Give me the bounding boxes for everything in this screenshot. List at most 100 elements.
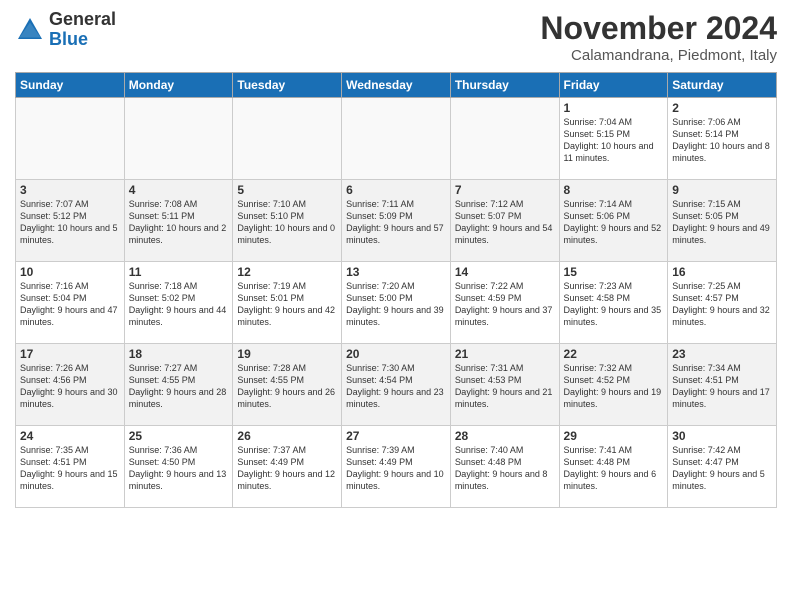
- day-info: Sunrise: 7:04 AM Sunset: 5:15 PM Dayligh…: [564, 116, 664, 165]
- day-info: Sunrise: 7:30 AM Sunset: 4:54 PM Dayligh…: [346, 362, 446, 411]
- day-number: 30: [672, 429, 772, 443]
- table-row: 12Sunrise: 7:19 AM Sunset: 5:01 PM Dayli…: [233, 262, 342, 344]
- day-number: 4: [129, 183, 229, 197]
- header-friday: Friday: [559, 73, 668, 98]
- day-info: Sunrise: 7:42 AM Sunset: 4:47 PM Dayligh…: [672, 444, 772, 493]
- table-row: 11Sunrise: 7:18 AM Sunset: 5:02 PM Dayli…: [124, 262, 233, 344]
- day-info: Sunrise: 7:08 AM Sunset: 5:11 PM Dayligh…: [129, 198, 229, 247]
- page: General Blue November 2024 Calamandrana,…: [0, 0, 792, 612]
- day-number: 1: [564, 101, 664, 115]
- day-info: Sunrise: 7:27 AM Sunset: 4:55 PM Dayligh…: [129, 362, 229, 411]
- day-info: Sunrise: 7:36 AM Sunset: 4:50 PM Dayligh…: [129, 444, 229, 493]
- table-row: 22Sunrise: 7:32 AM Sunset: 4:52 PM Dayli…: [559, 344, 668, 426]
- table-row: 17Sunrise: 7:26 AM Sunset: 4:56 PM Dayli…: [16, 344, 125, 426]
- table-row: 30Sunrise: 7:42 AM Sunset: 4:47 PM Dayli…: [668, 426, 777, 508]
- table-row: 10Sunrise: 7:16 AM Sunset: 5:04 PM Dayli…: [16, 262, 125, 344]
- calendar-week-row: 17Sunrise: 7:26 AM Sunset: 4:56 PM Dayli…: [16, 344, 777, 426]
- day-info: Sunrise: 7:07 AM Sunset: 5:12 PM Dayligh…: [20, 198, 120, 247]
- calendar-title: November 2024: [540, 10, 777, 47]
- table-row: 20Sunrise: 7:30 AM Sunset: 4:54 PM Dayli…: [342, 344, 451, 426]
- day-number: 8: [564, 183, 664, 197]
- day-info: Sunrise: 7:32 AM Sunset: 4:52 PM Dayligh…: [564, 362, 664, 411]
- day-number: 26: [237, 429, 337, 443]
- table-row: 18Sunrise: 7:27 AM Sunset: 4:55 PM Dayli…: [124, 344, 233, 426]
- calendar-subtitle: Calamandrana, Piedmont, Italy: [540, 47, 777, 64]
- day-info: Sunrise: 7:14 AM Sunset: 5:06 PM Dayligh…: [564, 198, 664, 247]
- table-row: 15Sunrise: 7:23 AM Sunset: 4:58 PM Dayli…: [559, 262, 668, 344]
- header-wednesday: Wednesday: [342, 73, 451, 98]
- day-number: 19: [237, 347, 337, 361]
- calendar-week-row: 10Sunrise: 7:16 AM Sunset: 5:04 PM Dayli…: [16, 262, 777, 344]
- calendar-table: Sunday Monday Tuesday Wednesday Thursday…: [15, 72, 777, 508]
- day-number: 24: [20, 429, 120, 443]
- day-info: Sunrise: 7:34 AM Sunset: 4:51 PM Dayligh…: [672, 362, 772, 411]
- header-thursday: Thursday: [450, 73, 559, 98]
- day-info: Sunrise: 7:10 AM Sunset: 5:10 PM Dayligh…: [237, 198, 337, 247]
- day-number: 25: [129, 429, 229, 443]
- day-number: 23: [672, 347, 772, 361]
- table-row: [124, 98, 233, 180]
- day-info: Sunrise: 7:19 AM Sunset: 5:01 PM Dayligh…: [237, 280, 337, 329]
- day-info: Sunrise: 7:40 AM Sunset: 4:48 PM Dayligh…: [455, 444, 555, 493]
- day-info: Sunrise: 7:23 AM Sunset: 4:58 PM Dayligh…: [564, 280, 664, 329]
- table-row: 5Sunrise: 7:10 AM Sunset: 5:10 PM Daylig…: [233, 180, 342, 262]
- table-row: 19Sunrise: 7:28 AM Sunset: 4:55 PM Dayli…: [233, 344, 342, 426]
- table-row: 25Sunrise: 7:36 AM Sunset: 4:50 PM Dayli…: [124, 426, 233, 508]
- day-info: Sunrise: 7:22 AM Sunset: 4:59 PM Dayligh…: [455, 280, 555, 329]
- calendar-week-row: 3Sunrise: 7:07 AM Sunset: 5:12 PM Daylig…: [16, 180, 777, 262]
- day-number: 29: [564, 429, 664, 443]
- day-info: Sunrise: 7:20 AM Sunset: 5:00 PM Dayligh…: [346, 280, 446, 329]
- table-row: 3Sunrise: 7:07 AM Sunset: 5:12 PM Daylig…: [16, 180, 125, 262]
- day-number: 11: [129, 265, 229, 279]
- table-row: 13Sunrise: 7:20 AM Sunset: 5:00 PM Dayli…: [342, 262, 451, 344]
- day-info: Sunrise: 7:06 AM Sunset: 5:14 PM Dayligh…: [672, 116, 772, 165]
- day-number: 12: [237, 265, 337, 279]
- header-saturday: Saturday: [668, 73, 777, 98]
- table-row: 29Sunrise: 7:41 AM Sunset: 4:48 PM Dayli…: [559, 426, 668, 508]
- day-number: 3: [20, 183, 120, 197]
- table-row: 23Sunrise: 7:34 AM Sunset: 4:51 PM Dayli…: [668, 344, 777, 426]
- day-number: 5: [237, 183, 337, 197]
- table-row: [233, 98, 342, 180]
- table-row: 21Sunrise: 7:31 AM Sunset: 4:53 PM Dayli…: [450, 344, 559, 426]
- table-row: [450, 98, 559, 180]
- day-number: 2: [672, 101, 772, 115]
- table-row: [342, 98, 451, 180]
- header-tuesday: Tuesday: [233, 73, 342, 98]
- day-info: Sunrise: 7:31 AM Sunset: 4:53 PM Dayligh…: [455, 362, 555, 411]
- logo-general-text: General: [49, 10, 116, 30]
- day-info: Sunrise: 7:16 AM Sunset: 5:04 PM Dayligh…: [20, 280, 120, 329]
- logo-icon: [15, 15, 45, 45]
- table-row: 16Sunrise: 7:25 AM Sunset: 4:57 PM Dayli…: [668, 262, 777, 344]
- logo: General Blue: [15, 10, 116, 50]
- table-row: 26Sunrise: 7:37 AM Sunset: 4:49 PM Dayli…: [233, 426, 342, 508]
- day-number: 13: [346, 265, 446, 279]
- day-info: Sunrise: 7:25 AM Sunset: 4:57 PM Dayligh…: [672, 280, 772, 329]
- day-info: Sunrise: 7:12 AM Sunset: 5:07 PM Dayligh…: [455, 198, 555, 247]
- calendar-header-row: Sunday Monday Tuesday Wednesday Thursday…: [16, 73, 777, 98]
- day-info: Sunrise: 7:18 AM Sunset: 5:02 PM Dayligh…: [129, 280, 229, 329]
- table-row: 1Sunrise: 7:04 AM Sunset: 5:15 PM Daylig…: [559, 98, 668, 180]
- table-row: 28Sunrise: 7:40 AM Sunset: 4:48 PM Dayli…: [450, 426, 559, 508]
- day-number: 9: [672, 183, 772, 197]
- table-row: 9Sunrise: 7:15 AM Sunset: 5:05 PM Daylig…: [668, 180, 777, 262]
- header: General Blue November 2024 Calamandrana,…: [15, 10, 777, 64]
- title-block: November 2024 Calamandrana, Piedmont, It…: [540, 10, 777, 64]
- table-row: 14Sunrise: 7:22 AM Sunset: 4:59 PM Dayli…: [450, 262, 559, 344]
- day-number: 16: [672, 265, 772, 279]
- header-monday: Monday: [124, 73, 233, 98]
- day-info: Sunrise: 7:39 AM Sunset: 4:49 PM Dayligh…: [346, 444, 446, 493]
- table-row: 24Sunrise: 7:35 AM Sunset: 4:51 PM Dayli…: [16, 426, 125, 508]
- table-row: [16, 98, 125, 180]
- table-row: 2Sunrise: 7:06 AM Sunset: 5:14 PM Daylig…: [668, 98, 777, 180]
- table-row: 7Sunrise: 7:12 AM Sunset: 5:07 PM Daylig…: [450, 180, 559, 262]
- logo-text: General Blue: [49, 10, 116, 50]
- day-number: 20: [346, 347, 446, 361]
- header-sunday: Sunday: [16, 73, 125, 98]
- day-info: Sunrise: 7:15 AM Sunset: 5:05 PM Dayligh…: [672, 198, 772, 247]
- day-number: 22: [564, 347, 664, 361]
- day-number: 27: [346, 429, 446, 443]
- table-row: 6Sunrise: 7:11 AM Sunset: 5:09 PM Daylig…: [342, 180, 451, 262]
- day-number: 17: [20, 347, 120, 361]
- logo-blue-text: Blue: [49, 30, 116, 50]
